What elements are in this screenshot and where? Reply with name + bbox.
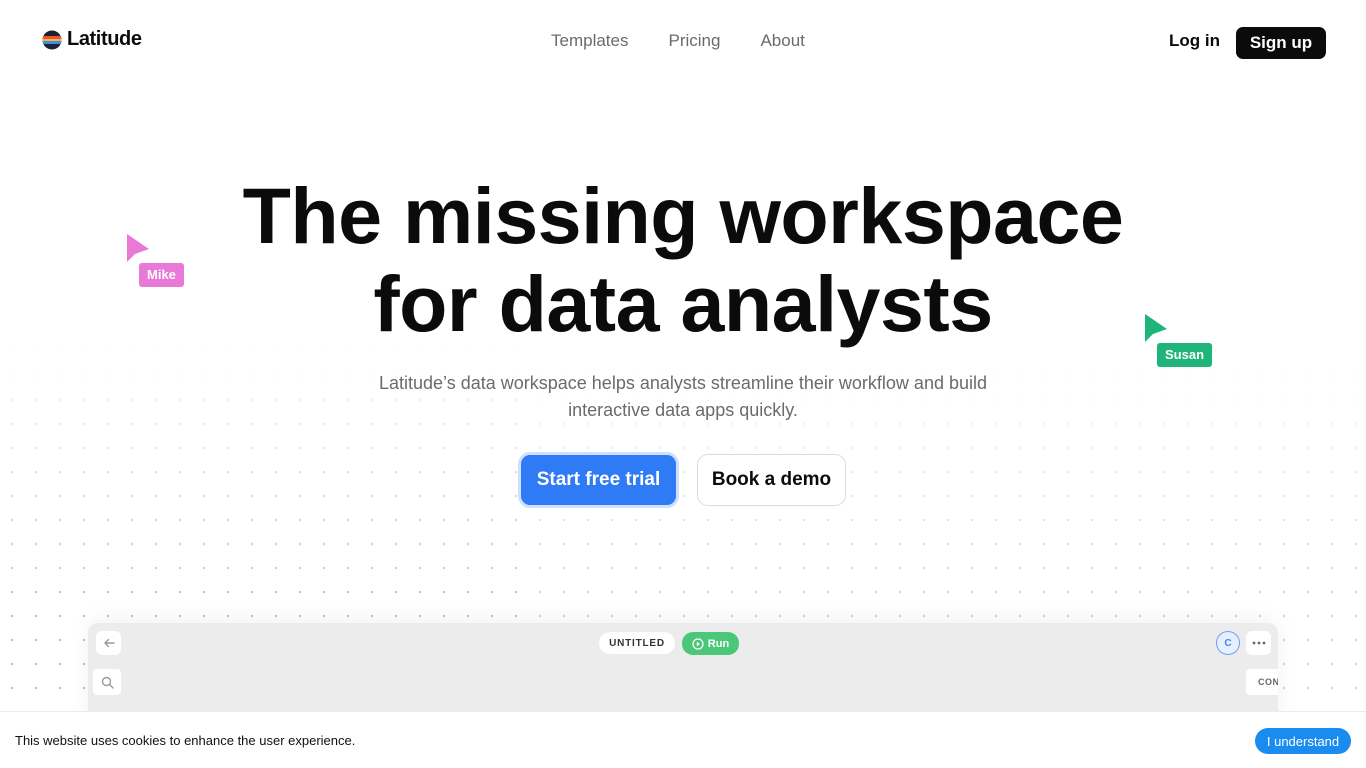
arrow-left-icon xyxy=(103,638,115,648)
login-link[interactable]: Log in xyxy=(1169,31,1220,51)
cookie-banner: This website uses cookies to enhance the… xyxy=(0,711,1366,768)
site-header: Latitude Templates Pricing About Log in … xyxy=(0,0,1366,86)
nav-templates[interactable]: Templates xyxy=(551,31,628,51)
cursor-label-susan: Susan xyxy=(1157,343,1213,367)
search-icon xyxy=(101,676,114,689)
collaborator-cursor-mike xyxy=(126,233,150,263)
susan-pointer-icon xyxy=(1145,314,1167,342)
cookie-accept-button[interactable]: I understand xyxy=(1255,728,1351,754)
back-button[interactable] xyxy=(96,631,121,655)
cookie-message: This website uses cookies to enhance the… xyxy=(15,733,356,748)
search-button[interactable] xyxy=(93,669,121,695)
start-free-trial-button[interactable]: Start free trial xyxy=(521,455,676,505)
book-demo-button[interactable]: Book a demo xyxy=(697,454,846,506)
hero-subheading-line1: Latitude’s data workspace helps analysts… xyxy=(379,373,987,393)
signup-button[interactable]: Sign up xyxy=(1236,27,1326,59)
nav-about[interactable]: About xyxy=(760,31,804,51)
document-title[interactable]: UNTITLED xyxy=(599,632,675,654)
main-nav: Templates Pricing About xyxy=(551,31,805,51)
run-button[interactable]: Run xyxy=(682,632,739,655)
mike-pointer-icon xyxy=(127,234,149,262)
run-label: Run xyxy=(707,637,730,650)
brand-name: Latitude xyxy=(67,28,142,50)
collaborator-cursor-susan xyxy=(1144,313,1168,343)
hero-subheading-line2: interactive data apps quickly. xyxy=(568,400,798,420)
hero-subheading: Latitude’s data workspace helps analysts… xyxy=(333,370,1033,424)
cursor-label-mike: Mike xyxy=(139,263,184,287)
more-options-button[interactable] xyxy=(1246,631,1271,655)
user-avatar[interactable]: C xyxy=(1216,631,1240,655)
latitude-logo-icon xyxy=(42,30,62,49)
play-circle-icon xyxy=(692,637,704,650)
more-horizontal-icon xyxy=(1252,641,1265,645)
hero-headline-line1: The missing workspace xyxy=(242,171,1124,260)
nav-pricing[interactable]: Pricing xyxy=(668,31,720,51)
side-panel-tab[interactable]: CON xyxy=(1246,669,1278,695)
logo[interactable]: Latitude xyxy=(42,28,142,51)
